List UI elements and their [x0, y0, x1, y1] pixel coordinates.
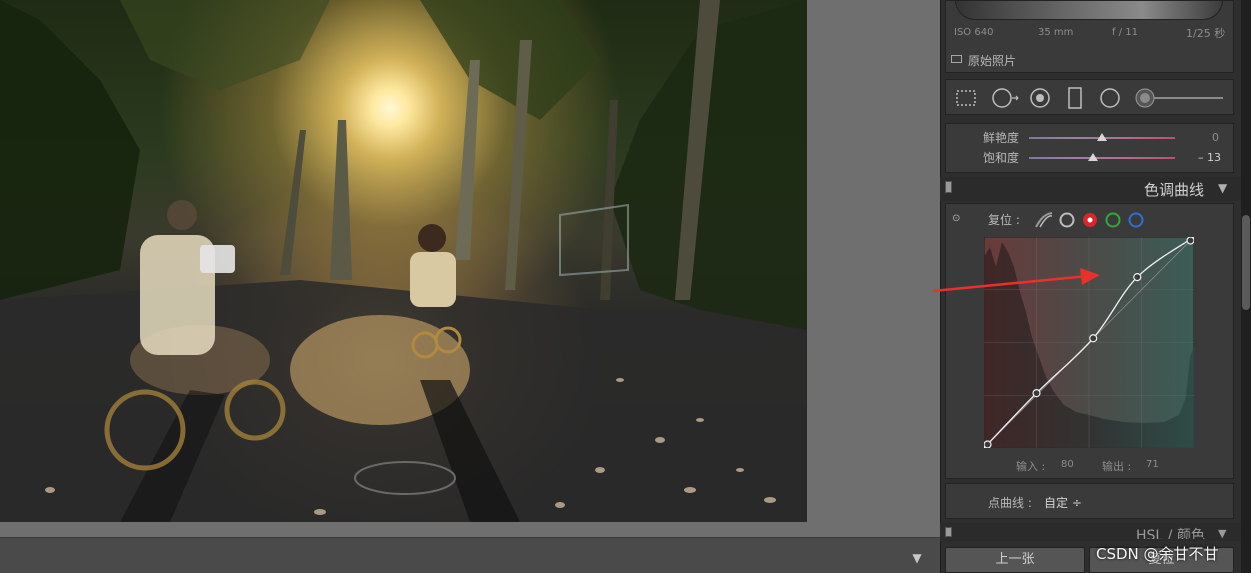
hsl-collapse-arrow-icon[interactable]: ▼: [1218, 527, 1226, 540]
filmstrip-toggle-icon[interactable]: ▼: [903, 548, 931, 568]
filmstrip-bar: [0, 537, 940, 573]
output-label: 输出 :: [1102, 460, 1132, 473]
saturation-value: – 13: [1198, 151, 1221, 164]
tone-curve-graph[interactable]: [984, 237, 1194, 448]
curve-control-point[interactable]: [1032, 389, 1041, 398]
saturation-slider[interactable]: [1029, 157, 1175, 159]
curve-control-point[interactable]: [1186, 237, 1194, 245]
curve-control-point[interactable]: [1133, 272, 1142, 282]
point-curve-label: 点曲线 :: [988, 496, 1032, 510]
original-photo-checkbox[interactable]: [951, 55, 962, 63]
crop-icon[interactable]: [955, 87, 977, 109]
spot-removal-icon[interactable]: [991, 87, 1021, 109]
curve-control-point[interactable]: [1089, 334, 1098, 343]
previous-button[interactable]: 上一张: [945, 547, 1085, 573]
focal-length-value: 35 mm: [1038, 27, 1074, 38]
red-eye-icon[interactable]: [1029, 87, 1051, 109]
input-value: 80: [1061, 459, 1074, 470]
green-channel-icon[interactable]: [1105, 212, 1121, 228]
saturation-label: 饱和度: [983, 151, 1020, 165]
curve-control-point[interactable]: [984, 440, 992, 448]
point-curve-dropdown[interactable]: 自定 ÷: [1044, 494, 1082, 511]
vibrance-label: 鲜艳度: [983, 131, 1020, 145]
hsl-title: HSL / 颜色: [1136, 528, 1205, 539]
saturation-slider-thumb[interactable]: [1088, 153, 1099, 161]
aperture-value: f / 11: [1112, 27, 1138, 38]
reset-label[interactable]: 复位 :: [988, 211, 1020, 228]
lightroom-develop-window: ▼ ISO 640 35 mm f / 11 1/25 秒 原始照片 鲜艳度 0…: [0, 0, 1251, 573]
shutter-value: 1/25 秒: [1186, 27, 1226, 40]
collapse-arrow-icon[interactable]: ▼: [1218, 181, 1227, 195]
hsl-toggle-switch[interactable]: [945, 527, 952, 537]
original-photo-label: 原始照片: [968, 54, 1017, 68]
rgb-channel-icon[interactable]: [1059, 212, 1075, 228]
channel-selector: [1035, 212, 1144, 228]
target-adjust-icon[interactable]: ⊙: [952, 213, 960, 224]
panel-toggle-switch[interactable]: [945, 181, 952, 193]
photo-preview[interactable]: [0, 0, 807, 522]
photo-image: [0, 0, 807, 522]
input-label: 输入 :: [1016, 460, 1046, 473]
adjustment-brush-icon[interactable]: [1134, 87, 1226, 109]
watermark: CSDN @余甘不甘: [1096, 545, 1219, 563]
tone-curve-title: 色调曲线: [1144, 181, 1205, 199]
vibrance-value: 0: [1212, 131, 1219, 144]
histogram-graph: [955, 0, 1223, 20]
vibrance-slider-thumb[interactable]: [1097, 133, 1107, 141]
output-value: 71: [1146, 459, 1159, 470]
radial-filter-icon[interactable]: [1099, 87, 1121, 109]
blue-channel-icon[interactable]: [1128, 212, 1144, 228]
graduated-filter-icon[interactable]: [1064, 87, 1086, 109]
scrollbar-thumb[interactable]: [1242, 215, 1250, 310]
parametric-curve-icon[interactable]: [1035, 212, 1053, 228]
iso-value: ISO 640: [954, 27, 994, 38]
